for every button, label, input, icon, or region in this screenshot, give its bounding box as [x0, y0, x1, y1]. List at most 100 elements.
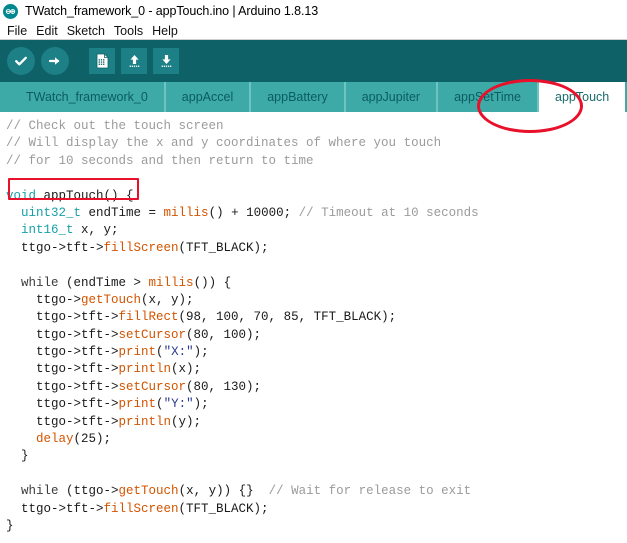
sketch-tabbar: TWatch_framework_0 appAccel appBattery a…	[0, 82, 627, 112]
code-token: );	[193, 345, 209, 360]
code-token: // Timeout at 10 seconds	[298, 205, 479, 220]
menu-file[interactable]: File	[4, 22, 33, 40]
code-token: () + 10000;	[208, 205, 299, 220]
code-token: "X:"	[163, 345, 194, 360]
code-line: void appTouch() {	[6, 188, 627, 205]
code-token: ()) {	[193, 275, 232, 290]
new-sketch-button[interactable]	[89, 48, 115, 74]
tab-appjupiter[interactable]: appJupiter	[345, 82, 439, 112]
code-line: ttgo->tft->setCursor(80, 130);	[6, 379, 627, 396]
arduino-ide-window: TWatch_framework_0 - appTouch.ino | Ardu…	[0, 0, 627, 543]
code-token: print	[118, 397, 157, 412]
tab-appaccel[interactable]: appAccel	[165, 82, 252, 112]
code-line: ttgo->tft->println(y);	[6, 414, 627, 431]
checkmark-icon	[13, 53, 29, 69]
code-line: }	[6, 448, 627, 465]
code-token: ttgo->tft->	[6, 310, 119, 325]
open-sketch-button[interactable]	[121, 48, 147, 74]
code-token: appTouch() {	[36, 188, 134, 203]
menu-tools[interactable]: Tools	[111, 22, 149, 40]
code-token: (80, 100);	[186, 327, 262, 342]
toolbar	[0, 40, 627, 82]
arrow-down-icon	[159, 53, 174, 69]
code-line: ttgo->tft->print("Y:");	[6, 396, 627, 413]
code-token: int16_t	[21, 223, 74, 238]
arduino-logo-icon	[3, 3, 18, 19]
code-token: // Will display the x and y coordinates …	[6, 136, 442, 151]
code-token: ttgo->tft->	[6, 240, 104, 255]
code-token: void	[6, 188, 37, 203]
menu-sketch[interactable]: Sketch	[64, 22, 111, 40]
code-token: while	[21, 484, 59, 499]
code-token: (	[156, 345, 164, 360]
code-token: (x);	[171, 362, 202, 377]
code-token: print	[118, 345, 157, 360]
code-line: // Check out the touch screen	[6, 118, 627, 135]
verify-button[interactable]	[7, 47, 35, 75]
code-line: ttgo->tft->fillScreen(TFT_BLACK);	[6, 240, 627, 257]
tab-appsettime[interactable]: appSetTime	[438, 82, 540, 112]
code-line: }	[6, 518, 627, 535]
code-token: endTime =	[81, 205, 164, 220]
code-line: ttgo->tft->fillScreen(TFT_BLACK);	[6, 501, 627, 518]
upload-button[interactable]	[41, 47, 69, 75]
code-token: uint32_t	[21, 205, 82, 220]
code-line: delay(25);	[6, 431, 627, 448]
code-token: while	[21, 275, 59, 290]
code-token: (TFT_BLACK);	[178, 240, 269, 255]
code-token: (80, 130);	[186, 379, 262, 394]
tab-apptouch[interactable]: appTouch	[539, 82, 627, 112]
code-editor[interactable]: // Check out the touch screen // Will dis…	[0, 112, 627, 543]
code-token: fillScreen	[103, 501, 179, 516]
code-token: (TFT_BLACK);	[178, 501, 269, 516]
code-token: println	[118, 362, 172, 377]
tab-appbattery[interactable]: appBattery	[251, 82, 346, 112]
code-token: ttgo->tft->	[6, 327, 119, 342]
code-token: }	[6, 518, 14, 533]
menu-help[interactable]: Help	[149, 22, 184, 40]
code-token: setCursor	[118, 379, 187, 394]
code-content: // Check out the touch screen // Will dis…	[6, 118, 627, 535]
code-token: ttgo->	[6, 292, 82, 307]
code-line: uint32_t endTime = millis() + 10000; // …	[6, 205, 627, 222]
code-token: fillRect	[118, 310, 179, 325]
code-token: getTouch	[118, 484, 179, 499]
code-line: ttgo->tft->fillRect(98, 100, 70, 85, TFT…	[6, 309, 627, 326]
code-line: // Will display the x and y coordinates …	[6, 135, 627, 152]
code-line: ttgo->tft->print("X:");	[6, 344, 627, 361]
code-token: (x, y)) {}	[178, 484, 269, 499]
code-token: // Check out the touch screen	[6, 119, 224, 133]
tab-twatch-framework-0[interactable]: TWatch_framework_0	[10, 82, 166, 112]
code-line: while (ttgo->getTouch(x, y)) {} // Wait …	[6, 483, 627, 500]
arrow-right-icon	[47, 53, 63, 69]
code-token: (98, 100, 70, 85, TFT_BLACK);	[178, 310, 397, 325]
code-token: fillScreen	[103, 240, 179, 255]
menu-edit[interactable]: Edit	[33, 22, 64, 40]
code-line: while (endTime > millis()) {	[6, 275, 627, 292]
code-token: millis	[163, 205, 209, 220]
window-title: TWatch_framework_0 - appTouch.ino | Ardu…	[25, 4, 319, 18]
code-line: ttgo->getTouch(x, y);	[6, 292, 627, 309]
code-token: x, y;	[73, 223, 119, 238]
window-titlebar: TWatch_framework_0 - appTouch.ino | Ardu…	[0, 0, 627, 22]
new-file-icon	[95, 53, 110, 69]
menubar: File Edit Sketch Tools Help	[0, 22, 627, 40]
code-token: setCursor	[118, 327, 187, 342]
code-line: int16_t x, y;	[6, 222, 627, 239]
code-line: ttgo->tft->setCursor(80, 100);	[6, 327, 627, 344]
code-token: (y);	[171, 414, 202, 429]
code-line: ttgo->tft->println(x);	[6, 361, 627, 378]
save-sketch-button[interactable]	[153, 48, 179, 74]
code-token: );	[193, 397, 209, 412]
code-token: (ttgo->	[58, 484, 119, 499]
code-token: (x, y);	[141, 292, 194, 307]
code-token: // for 10 seconds and then return to tim…	[6, 153, 314, 168]
arrow-up-icon	[127, 53, 142, 69]
